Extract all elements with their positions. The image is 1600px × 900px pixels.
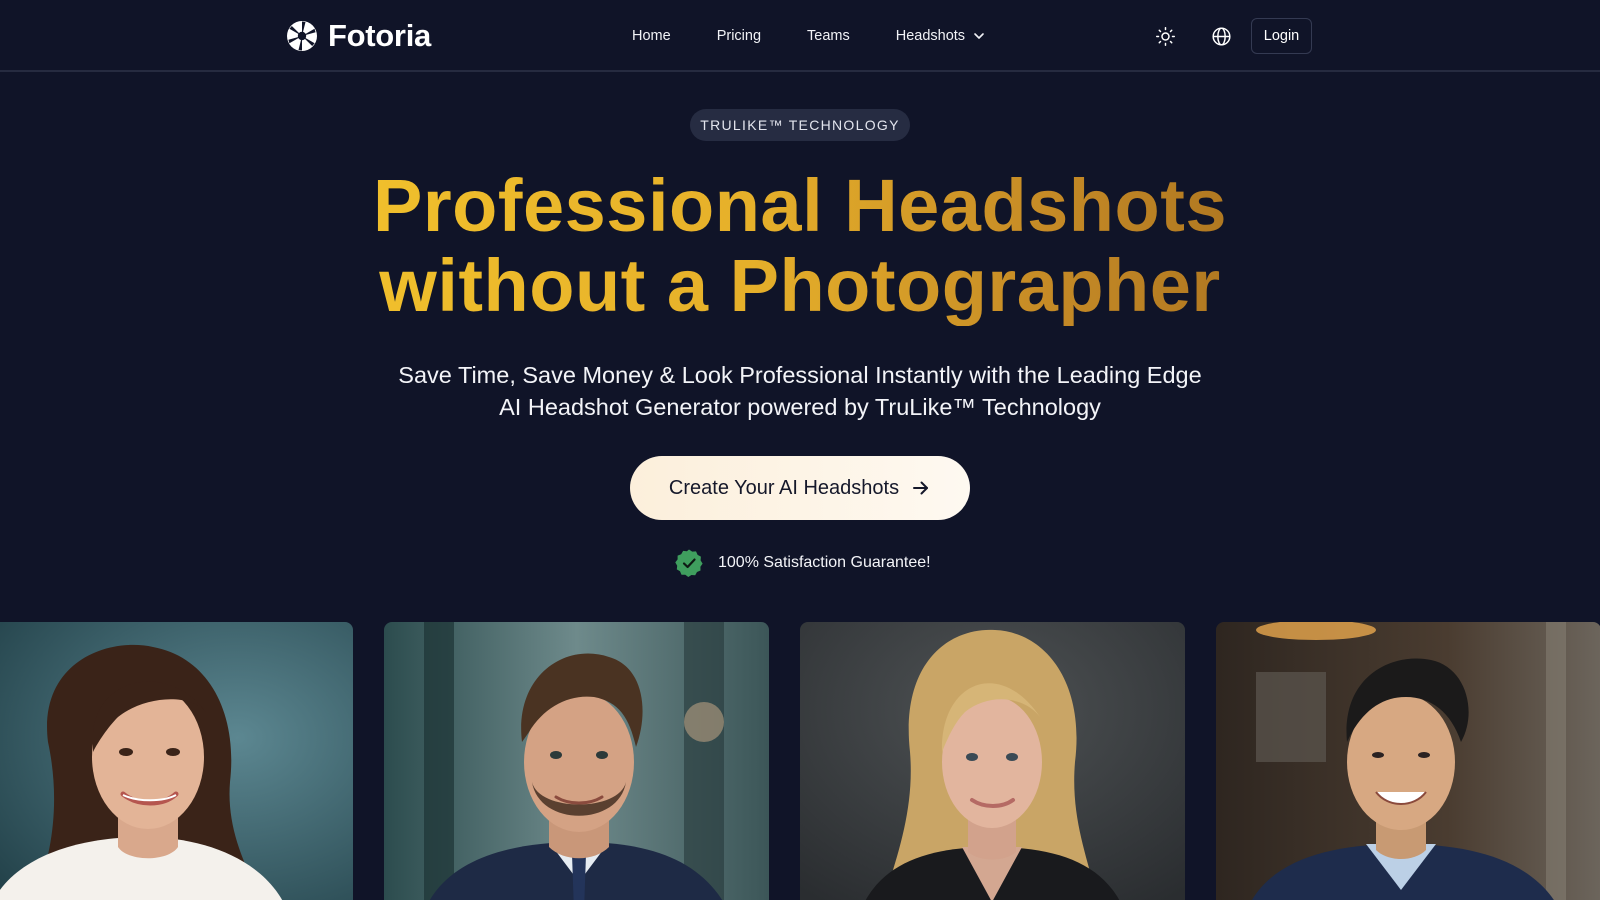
brand-name: Fotoria xyxy=(328,18,431,53)
language-button[interactable] xyxy=(1209,24,1233,48)
sun-icon xyxy=(1155,26,1175,46)
nav-headshots-label: Headshots xyxy=(895,28,966,44)
arrow-right-icon xyxy=(913,481,929,495)
aperture-icon xyxy=(287,21,317,51)
hero-subtitle: Save Time, Save Money & Look Professiona… xyxy=(360,359,1240,423)
headshot-photo xyxy=(384,622,769,900)
theme-toggle-button[interactable] xyxy=(1153,24,1177,48)
headshot-card-man-blazer xyxy=(1216,622,1600,900)
headshot-photo xyxy=(800,622,1185,900)
headline-line-2: without a Photographer xyxy=(379,244,1221,327)
trulike-badge: TRULIKE™ TECHNOLOGY xyxy=(690,109,910,141)
headshot-card-woman-blazer xyxy=(800,622,1185,900)
headline-line-1: Professional Headshots xyxy=(372,164,1227,247)
cta-label: Create Your AI Headshots xyxy=(668,476,900,499)
headshot-card-woman-blouse xyxy=(0,622,353,900)
subtitle-line-2: AI Headshot Generator powered by TruLike… xyxy=(499,394,1101,420)
nav-pricing-label: Pricing xyxy=(716,28,762,44)
hero-headline: Professional Headshots without a Photogr… xyxy=(300,166,1300,326)
create-headshots-button[interactable]: Create Your AI Headshots xyxy=(630,456,970,520)
login-button[interactable]: Login xyxy=(1251,18,1312,54)
chevron-down-icon xyxy=(974,33,984,39)
subtitle-line-1: Save Time, Save Money & Look Professiona… xyxy=(398,362,1202,388)
check-badge-icon xyxy=(675,549,703,577)
satisfaction-guarantee: 100% Satisfaction Guarantee! xyxy=(674,548,931,578)
brand-logo[interactable]: Fotoria xyxy=(286,18,431,54)
headshot-photo xyxy=(1216,622,1600,900)
globe-icon xyxy=(1211,26,1231,46)
nav-pricing[interactable]: Pricing xyxy=(717,28,761,44)
nav-home[interactable]: Home xyxy=(632,28,671,44)
headshot-card-man-suit xyxy=(384,622,769,900)
main-nav: Home Pricing Teams Headshots xyxy=(632,24,985,48)
nav-home-label: Home xyxy=(632,28,671,44)
nav-teams-label: Teams xyxy=(807,28,850,44)
guarantee-text: 100% Satisfaction Guarantee! xyxy=(718,554,931,571)
headshot-photo xyxy=(0,622,353,900)
nav-headshots-dropdown[interactable]: Headshots xyxy=(896,28,985,44)
nav-teams[interactable]: Teams xyxy=(807,28,850,44)
top-navbar: Fotoria Home Pricing Teams Headshots Log… xyxy=(0,0,1600,72)
